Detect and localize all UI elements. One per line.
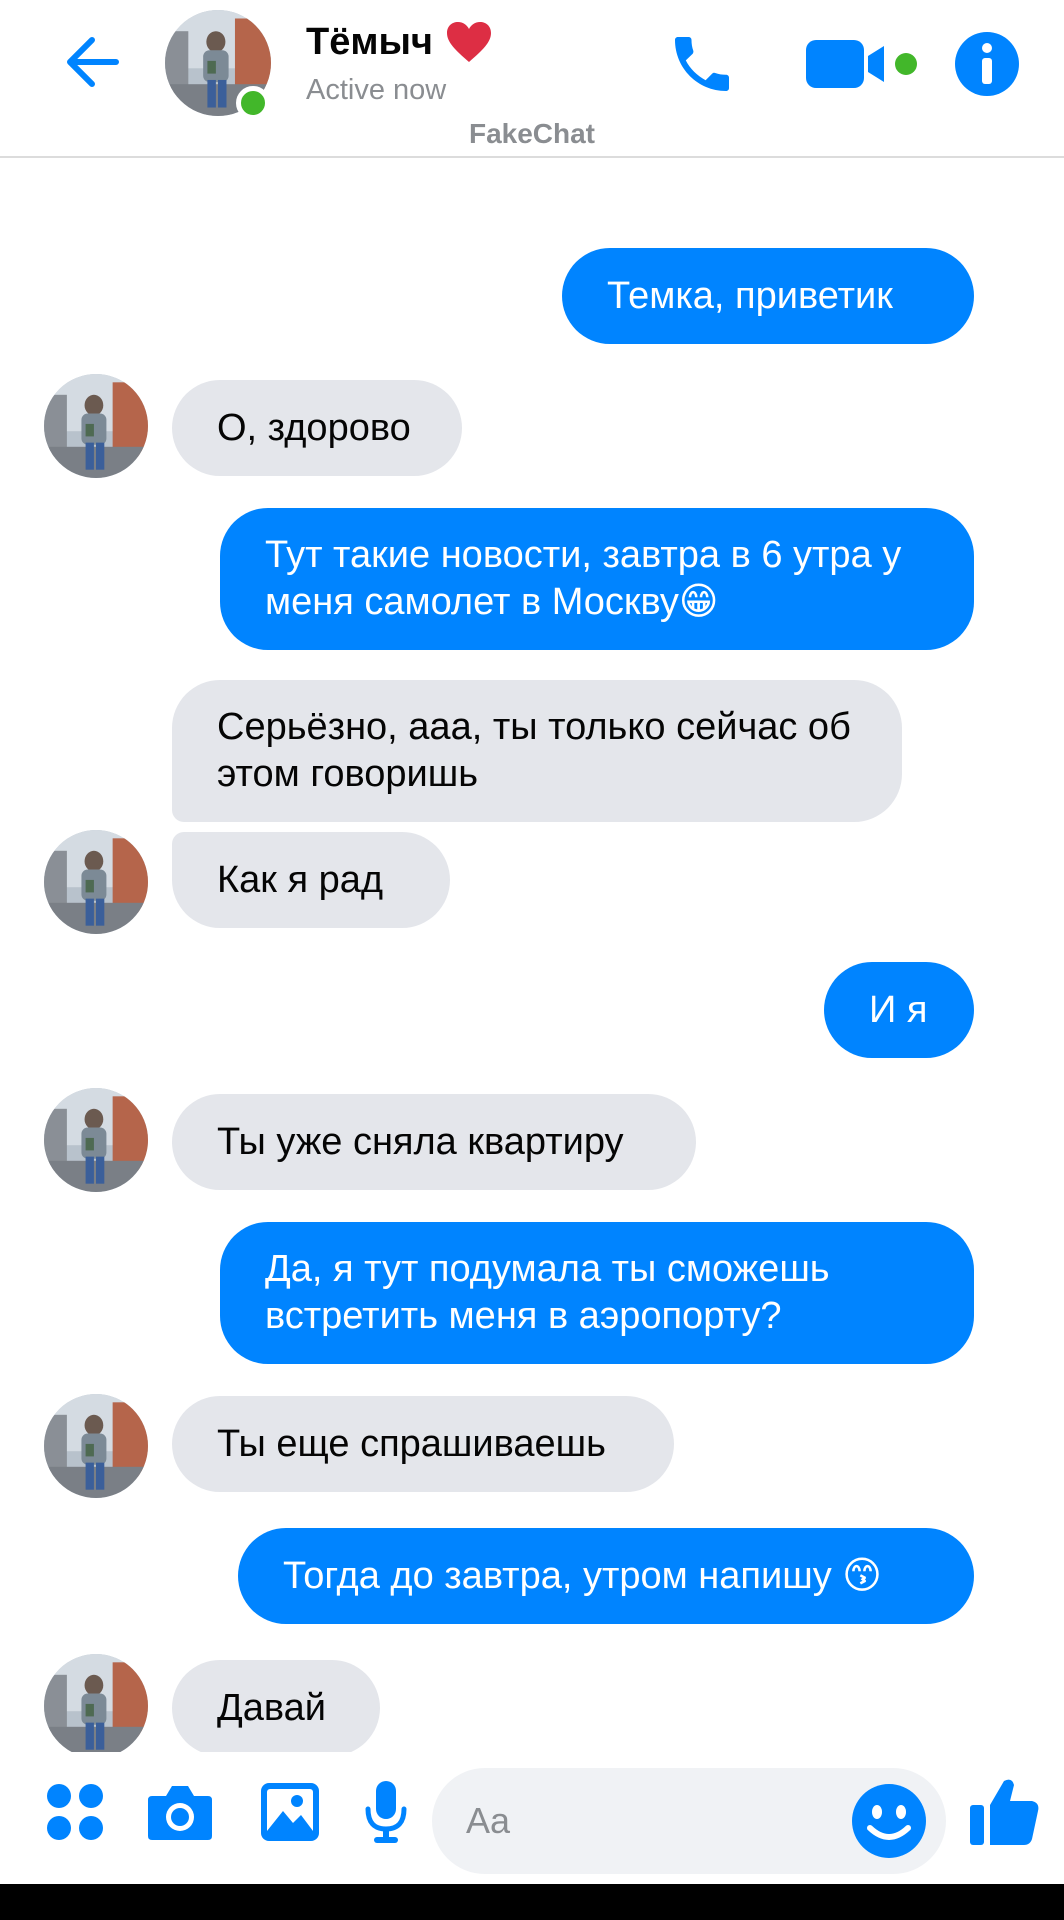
video-camera-icon [806,40,917,88]
like-button[interactable] [968,1776,1042,1848]
message-row: О, здорово [0,374,1064,478]
incoming-message[interactable]: Серьёзно, ааа, ты только сейчас об этом … [172,680,902,822]
sender-avatar[interactable] [44,374,148,478]
heart-icon [446,22,491,62]
contact-name-text: Тёмыч [306,20,433,63]
gallery-button[interactable] [258,1776,322,1848]
message-row: Темка, приветик [0,248,1064,344]
info-icon [955,32,1019,96]
message-row: Тогда до завтра, утром напишу 😙 [0,1528,1064,1624]
sender-avatar[interactable] [44,1394,148,1498]
outgoing-message[interactable]: И я [824,962,974,1058]
back-arrow-icon [67,37,119,87]
gallery-icon [261,1783,319,1841]
voice-message-button[interactable] [364,1776,408,1848]
microphone-icon [365,1781,407,1843]
chat-header: Тёмыч Active now FakeChat [0,0,1064,158]
incoming-message[interactable]: Ты еще спрашиваешь [172,1396,674,1492]
system-navigation-bar [0,1884,1064,1920]
apps-icon [47,1784,103,1840]
message-input[interactable] [466,1768,846,1874]
emoji-button[interactable] [850,1782,928,1860]
message-input-container [432,1768,946,1874]
outgoing-message[interactable]: Да, я тут подумала ты сможешь встретить … [220,1222,974,1364]
outgoing-message[interactable]: Темка, приветик [562,248,974,344]
message-row: Да, я тут подумала ты сможешь встретить … [0,1222,1064,1364]
message-row: Ты уже сняла квартиру [0,1088,1064,1192]
voice-call-button[interactable] [664,26,740,102]
incoming-message[interactable]: Как я рад [172,832,450,928]
incoming-message[interactable]: Давай [172,1660,380,1752]
emoji-icon [852,1784,926,1858]
camera-icon [148,1786,212,1840]
message-row: Тут такие новости, завтра в 6 утра у мен… [0,508,1064,650]
active-status: Active now [306,74,447,106]
incoming-message[interactable]: Ты уже сняла квартиру [172,1094,696,1190]
sender-avatar[interactable] [44,1654,148,1752]
info-button[interactable] [954,26,1020,102]
message-row: Как я рад [0,830,1064,934]
thumbs-up-icon [970,1779,1039,1845]
phone-icon [675,37,729,91]
sender-avatar[interactable] [44,830,148,934]
apps-button[interactable] [44,1776,106,1848]
outgoing-message[interactable]: Тогда до завтра, утром напишу 😙 [238,1528,974,1624]
message-row: И я [0,962,1064,1058]
video-call-button[interactable] [804,26,920,102]
message-row: Давай [0,1654,1064,1752]
message-thread[interactable]: Темка, приветик О, здорово Тут такие нов… [0,160,1064,1752]
online-indicator [236,86,270,120]
camera-button[interactable] [146,1776,214,1848]
contact-name[interactable]: Тёмыч [306,20,493,64]
message-row: Серьёзно, ааа, ты только сейчас об этом … [0,680,1064,822]
sender-avatar[interactable] [44,1088,148,1192]
incoming-message[interactable]: О, здорово [172,380,462,476]
outgoing-message[interactable]: Тут такие новости, завтра в 6 утра у мен… [220,508,974,650]
message-composer [0,1752,1064,1884]
back-button[interactable] [58,30,122,94]
message-row: Ты еще спрашиваешь [0,1394,1064,1498]
app-watermark: FakeChat [468,118,596,149]
